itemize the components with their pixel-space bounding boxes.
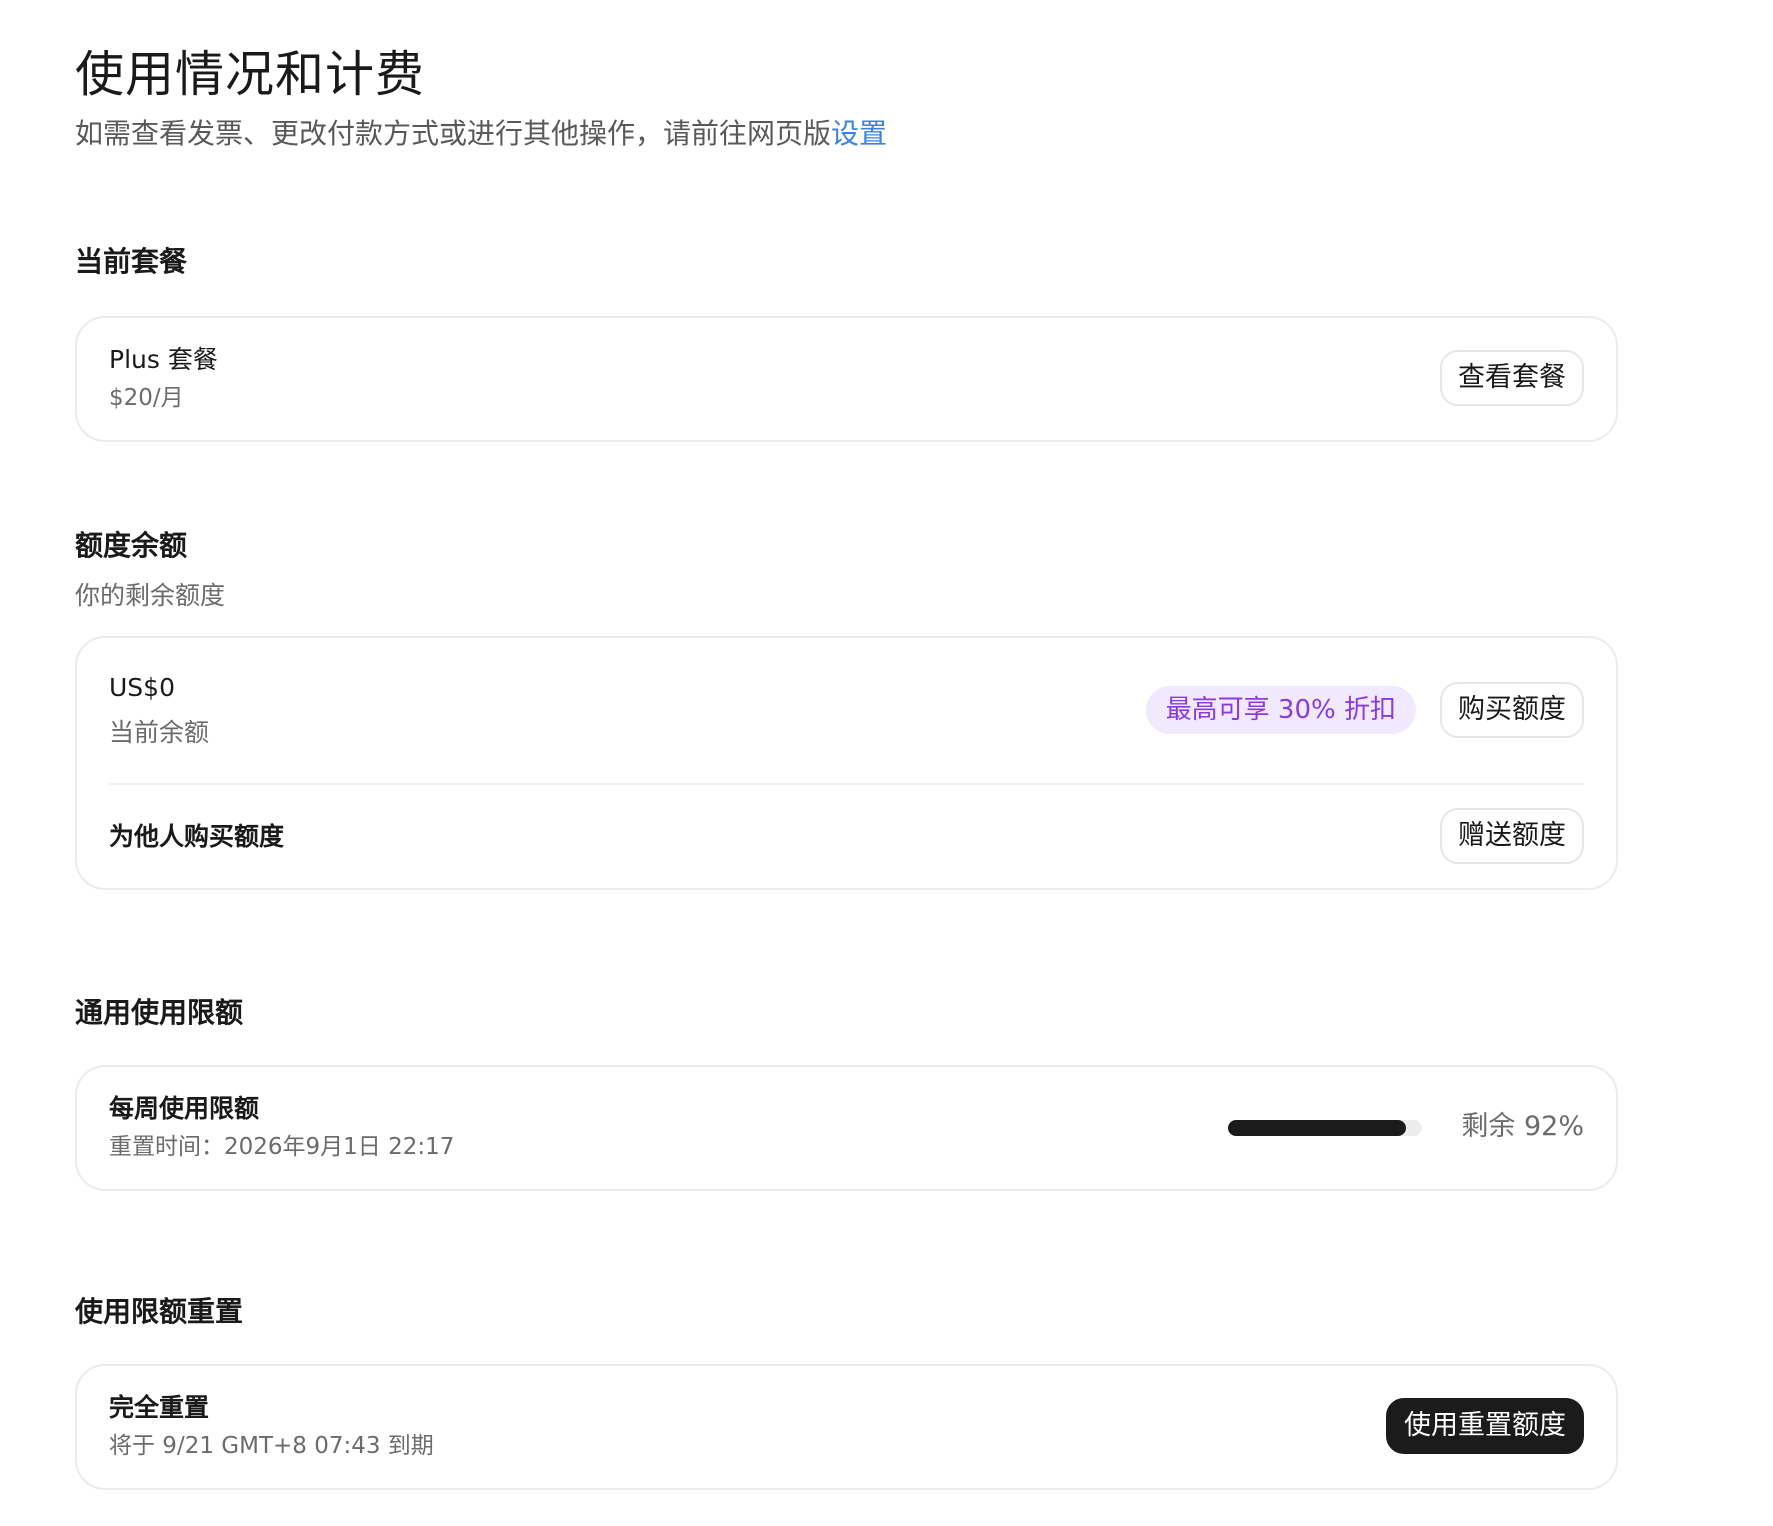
full-reset-expiry: 将于 9/21 GMT+8 07:43 到期 [109,1433,434,1459]
credit-balance-card: US$0 当前余额 最高可享 30% 折扣 购买额度 为他人购买额度 赠送额度 [75,636,1618,890]
weekly-limit-title: 每周使用限额 [109,1094,260,1123]
gift-credits-button[interactable]: 赠送额度 [1440,808,1584,864]
current-plan-card: Plus 套餐 $20/月 查看套餐 [75,316,1618,442]
settings-link[interactable]: 设置 [831,117,887,150]
balance-label: 当前余额 [109,718,210,747]
plan-name: Plus 套餐 [109,345,218,374]
use-reset-credit-button[interactable]: 使用重置额度 [1386,1398,1584,1454]
weekly-usage-progress-fill [1228,1120,1407,1136]
view-plans-button[interactable]: 查看套餐 [1440,350,1584,406]
buy-credits-button[interactable]: 购买额度 [1440,682,1584,738]
weekly-remaining: 剩余 92% [1461,1111,1584,1142]
balance-amount: US$0 [109,673,175,702]
plan-price: $20/月 [109,385,184,411]
page-subtitle-text: 如需查看发票、更改付款方式或进行其他操作，请前往网页版 [75,117,832,150]
balance-row: US$0 当前余额 最高可享 30% 折扣 购买额度 [109,638,1584,786]
page-subtitle: 如需查看发票、更改付款方式或进行其他操作，请前往网页版设置 [75,112,887,156]
weekly-limit-row: 每周使用限额 重置时间：2026年9月1日 22:17 剩余 92% [109,1067,1584,1189]
full-reset-title: 完全重置 [109,1393,210,1422]
discount-badge: 最高可享 30% 折扣 [1145,686,1416,734]
limit-reset-section-title: 使用限额重置 [75,1295,244,1328]
credit-balance-section-desc: 你的剩余额度 [75,581,226,610]
weekly-usage-progress [1228,1120,1422,1136]
credit-balance-section-title: 额度余额 [75,529,188,562]
full-reset-row: 完全重置 将于 9/21 GMT+8 07:43 到期 使用重置额度 [109,1366,1584,1488]
current-plan-section-title: 当前套餐 [75,245,188,278]
usage-limits-card: 每周使用限额 重置时间：2026年9月1日 22:17 剩余 92% [75,1065,1618,1191]
limit-reset-card: 完全重置 将于 9/21 GMT+8 07:43 到期 使用重置额度 [75,1364,1618,1490]
gift-label: 为他人购买额度 [109,822,285,851]
usage-limits-section-title: 通用使用限额 [75,996,244,1029]
plan-row: Plus 套餐 $20/月 查看套餐 [109,318,1584,440]
weekly-reset-time: 重置时间：2026年9月1日 22:17 [109,1134,455,1160]
page-title: 使用情况和计费 [75,46,426,103]
gift-row: 为他人购买额度 赠送额度 [109,785,1584,890]
